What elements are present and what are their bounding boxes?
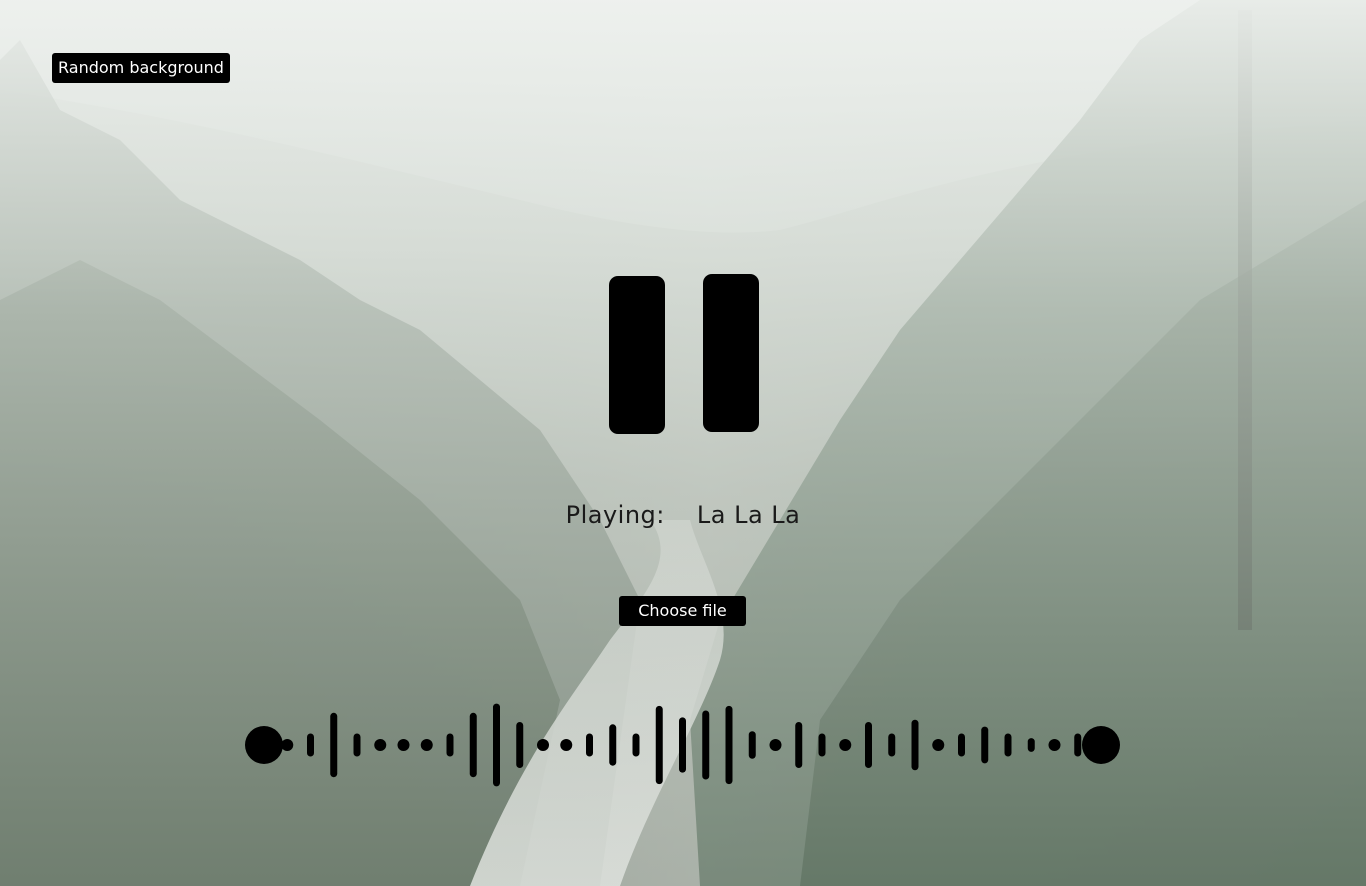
- visualizer-bar: [702, 710, 710, 780]
- visualizer-bar: [981, 726, 989, 764]
- visualizer-bar: [330, 712, 338, 778]
- visualizer-bar: [353, 733, 361, 757]
- visualizer-bar: [1004, 733, 1012, 757]
- visualizer-bar: [679, 717, 686, 773]
- visualizer-bar: [865, 722, 872, 768]
- visualizer-bar: [1074, 733, 1082, 757]
- visualizer-bar: [516, 722, 524, 768]
- visualizer-dot: [932, 739, 945, 751]
- visualizer-bar: [586, 733, 593, 757]
- visualizer-dot: [560, 739, 573, 751]
- visualizer-bar: [609, 724, 617, 766]
- visualizer-bar: [888, 733, 896, 757]
- visualizer-end-dot: [1082, 726, 1120, 764]
- visualizer-bar: [307, 733, 314, 757]
- visualizer-bar: [493, 703, 500, 787]
- visualizer-bar: [748, 731, 756, 759]
- visualizer-bar: [818, 733, 826, 757]
- visualizer-bar: [795, 722, 803, 768]
- playing-status-label: Playing:: [565, 501, 665, 529]
- visualizer-dot: [1048, 739, 1061, 751]
- visualizer-dot: [397, 739, 410, 751]
- visualizer-bar: [1027, 738, 1035, 752]
- visualizer-dot: [420, 739, 433, 751]
- visualizer-dot: [374, 739, 387, 751]
- random-background-button[interactable]: Random background: [52, 53, 230, 83]
- visualizer-start-dot: [245, 726, 283, 764]
- pause-button[interactable]: [608, 272, 760, 436]
- visualizer-bar: [725, 705, 733, 785]
- now-playing: Playing: La La La: [0, 501, 1366, 529]
- visualizer-bar: [446, 733, 454, 757]
- visualizer-bar: [958, 733, 965, 757]
- visualizer-bar: [911, 719, 919, 771]
- visualizer-dot: [769, 739, 782, 751]
- audio-visualizer: [0, 690, 1366, 800]
- track-title: La La La: [696, 501, 801, 529]
- pause-icon-right-bar: [703, 274, 759, 432]
- visualizer-dot: [537, 739, 549, 751]
- visualizer-dot: [281, 739, 294, 751]
- visualizer-bars: [245, 703, 1120, 787]
- pause-icon-left-bar: [609, 276, 665, 434]
- visualizer-dot: [839, 739, 852, 751]
- choose-file-button[interactable]: Choose file: [619, 596, 746, 626]
- visualizer-bar: [655, 705, 663, 785]
- visualizer-bar: [632, 733, 640, 757]
- visualizer-bar: [469, 712, 477, 778]
